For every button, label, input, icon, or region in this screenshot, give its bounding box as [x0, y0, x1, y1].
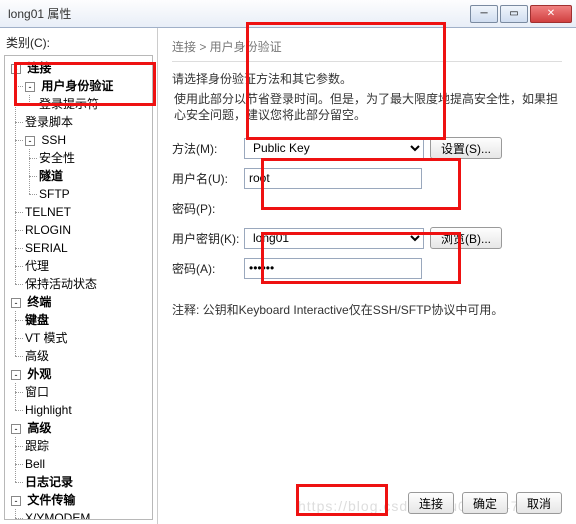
- main-panel: 连接 > 用户身份验证 请选择身份验证方法和其它参数。 使用此部分以节省登录时间…: [158, 28, 576, 524]
- tree-window[interactable]: 窗口: [25, 385, 49, 399]
- row-password: 密码(P):: [172, 197, 562, 219]
- expander-icon[interactable]: -: [25, 136, 35, 146]
- titlebar: long01 属性 ─ ▭ ✕: [0, 0, 576, 28]
- expander-icon[interactable]: -: [11, 298, 21, 308]
- method-label: 方法(M):: [172, 140, 244, 157]
- tree-serial[interactable]: SERIAL: [25, 241, 68, 255]
- tree-sftp[interactable]: SFTP: [39, 187, 70, 201]
- close-button[interactable]: ✕: [530, 5, 572, 23]
- window-buttons: ─ ▭ ✕: [470, 5, 572, 23]
- username-label: 用户名(U):: [172, 170, 244, 187]
- maximize-button[interactable]: ▭: [500, 5, 528, 23]
- minimize-button[interactable]: ─: [470, 5, 498, 23]
- tree-connection[interactable]: 连接: [27, 61, 51, 75]
- tree-terminal[interactable]: 终端: [27, 295, 51, 309]
- tree-keepalive[interactable]: 保持活动状态: [25, 277, 97, 291]
- tree-ssh[interactable]: SSH: [41, 133, 66, 147]
- tree-logging[interactable]: 日志记录: [25, 475, 73, 489]
- tree-bell[interactable]: Bell: [25, 457, 45, 471]
- row-userkey: 用户密钥(K): long01 浏览(B)...: [172, 227, 562, 249]
- tree-vtmode[interactable]: VT 模式: [25, 331, 67, 345]
- breadcrumb: 连接 > 用户身份验证: [172, 38, 562, 55]
- tree-appearance[interactable]: 外观: [27, 367, 51, 381]
- tree-auth[interactable]: 用户身份验证: [41, 79, 113, 93]
- expander-icon[interactable]: -: [11, 370, 21, 380]
- row-passphrase: 密码(A):: [172, 257, 562, 279]
- settings-button[interactable]: 设置(S)...: [430, 137, 502, 159]
- passphrase-label: 密码(A):: [172, 260, 244, 277]
- window-title: long01 属性: [8, 5, 470, 22]
- expander-icon[interactable]: -: [11, 424, 21, 434]
- password-label: 密码(P):: [172, 200, 244, 217]
- tree-tunnel[interactable]: 隧道: [39, 169, 63, 183]
- cancel-button[interactable]: 取消: [516, 492, 562, 514]
- ok-button[interactable]: 确定: [462, 492, 508, 514]
- tree-advanced[interactable]: 高级: [27, 421, 51, 435]
- category-label: 类别(C):: [6, 34, 153, 51]
- tree-security[interactable]: 安全性: [39, 151, 75, 165]
- tree-telnet[interactable]: TELNET: [25, 205, 71, 219]
- tree-xymodem[interactable]: X/YMODEM: [25, 511, 90, 520]
- desc-line1: 请选择身份验证方法和其它参数。: [172, 70, 562, 87]
- tree-keyboard[interactable]: 键盘: [25, 313, 49, 327]
- tree-rlogin[interactable]: RLOGIN: [25, 223, 71, 237]
- sidebar: 类别(C): - 连接 - 用户身份验证 登录提示符 登录脚本: [0, 28, 158, 524]
- tree-proxy[interactable]: 代理: [25, 259, 49, 273]
- passphrase-input[interactable]: [244, 258, 422, 279]
- expander-icon[interactable]: -: [11, 496, 21, 506]
- row-method: 方法(M): Public Key 设置(S)...: [172, 137, 562, 159]
- expander-icon[interactable]: -: [25, 82, 35, 92]
- tree-trace[interactable]: 跟踪: [25, 439, 49, 453]
- row-username: 用户名(U):: [172, 167, 562, 189]
- tree-login-prompt[interactable]: 登录提示符: [39, 97, 99, 111]
- tree-advanced-term[interactable]: 高级: [25, 349, 49, 363]
- connect-button[interactable]: 连接: [408, 492, 454, 514]
- tree-login-script[interactable]: 登录脚本: [25, 115, 73, 129]
- method-select[interactable]: Public Key: [244, 138, 424, 159]
- content: 类别(C): - 连接 - 用户身份验证 登录提示符 登录脚本: [0, 28, 576, 524]
- separator: [172, 61, 562, 62]
- note-text: 注释: 公钥和Keyboard Interactive仅在SSH/SFTP协议中…: [172, 301, 562, 318]
- desc-line2: 使用此部分以节省登录时间。但是，为了最大限度地提高安全性，如果担心安全问题，建议…: [174, 91, 562, 123]
- tree-highlight[interactable]: Highlight: [25, 403, 72, 417]
- username-input[interactable]: [244, 168, 422, 189]
- expander-icon[interactable]: -: [11, 64, 21, 74]
- userkey-label: 用户密钥(K):: [172, 230, 244, 247]
- browse-button[interactable]: 浏览(B)...: [430, 227, 502, 249]
- category-tree[interactable]: - 连接 - 用户身份验证 登录提示符 登录脚本 -: [4, 55, 153, 520]
- tree-filetransfer[interactable]: 文件传输: [27, 493, 75, 507]
- userkey-select[interactable]: long01: [244, 228, 424, 249]
- dialog-buttons: 连接 确定 取消: [158, 492, 562, 514]
